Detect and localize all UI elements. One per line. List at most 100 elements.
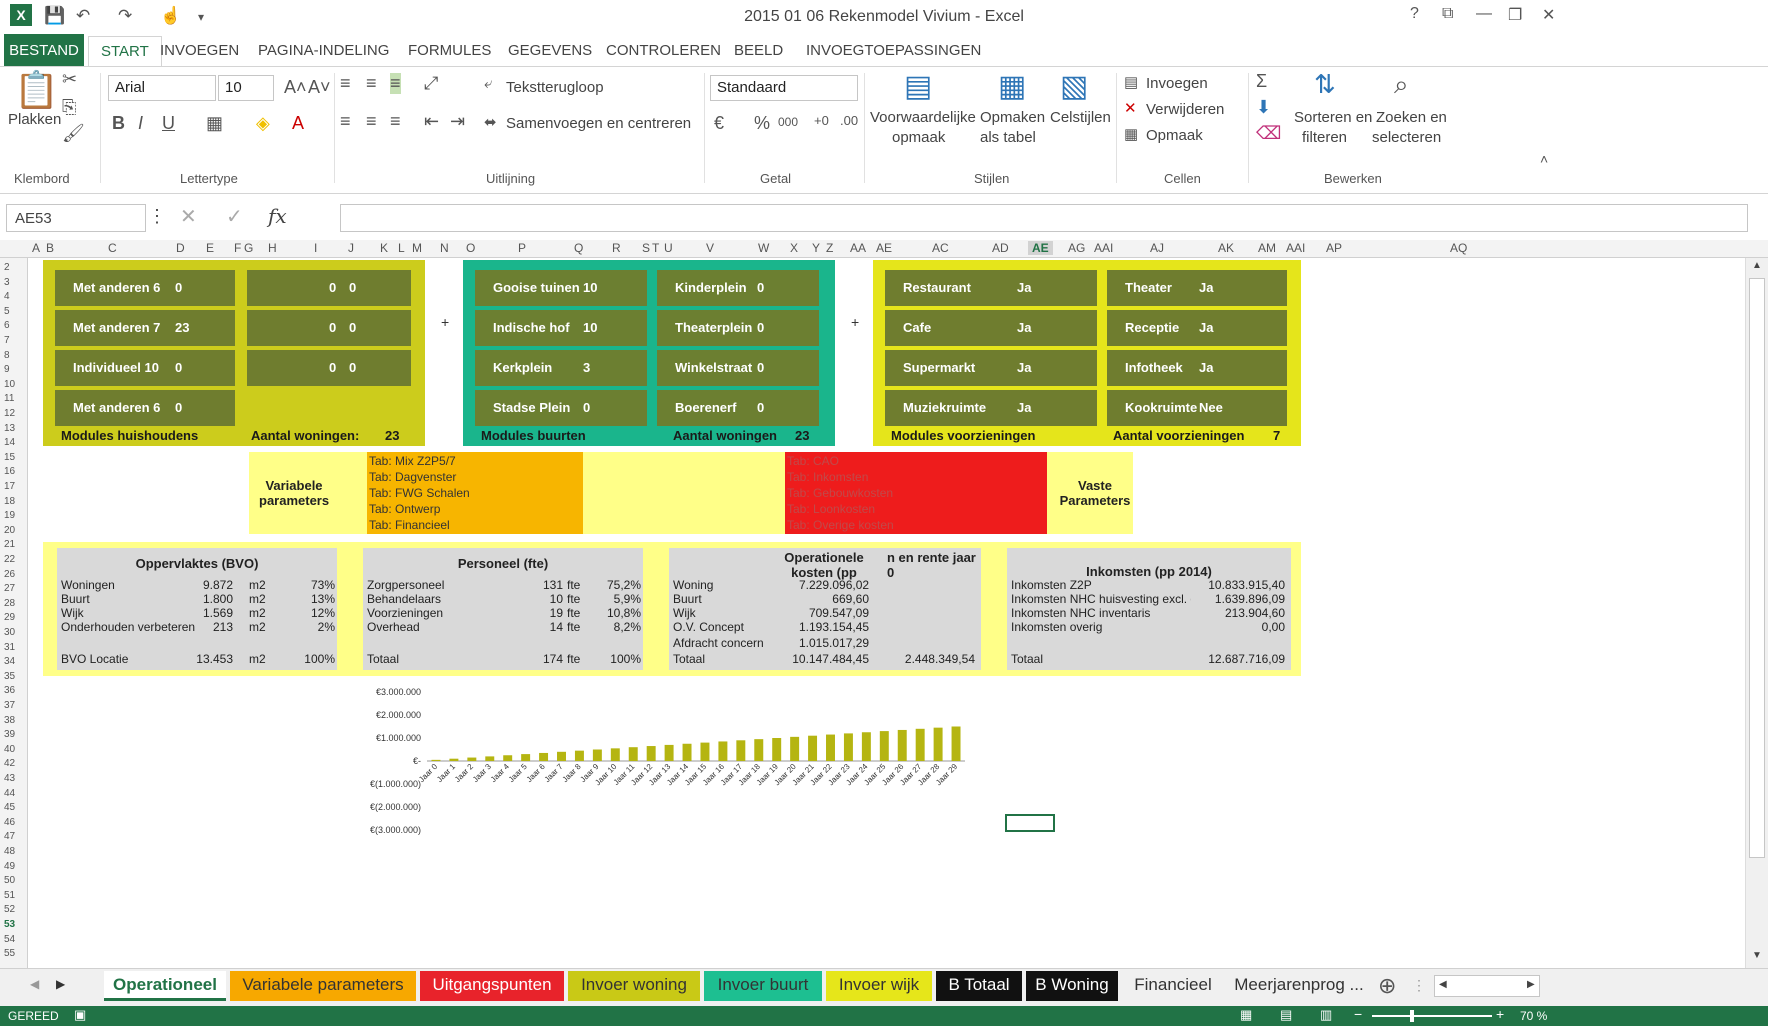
chart-bar[interactable] <box>861 732 871 761</box>
zoom-level[interactable]: 70 % <box>1520 1009 1547 1023</box>
row-header[interactable]: 49 <box>4 861 15 872</box>
underline-icon[interactable]: U <box>162 113 175 134</box>
selected-cell[interactable] <box>1005 814 1055 832</box>
row-header[interactable]: 45 <box>4 802 15 813</box>
column-header[interactable]: AP <box>1326 241 1342 255</box>
chart-bar[interactable] <box>521 754 531 761</box>
neighbourhood-cell[interactable]: Stadse Plein 0 <box>475 390 647 426</box>
row-header[interactable]: 47 <box>4 831 15 842</box>
row-header[interactable]: 8 <box>4 350 10 361</box>
row-header[interactable]: 48 <box>4 846 15 857</box>
column-header[interactable]: AK <box>1218 241 1234 255</box>
sheet-tab[interactable]: Operationeel <box>104 971 226 1001</box>
column-header[interactable]: AA <box>850 241 866 255</box>
row-header[interactable]: 10 <box>4 379 15 390</box>
column-header[interactable]: Z <box>826 241 833 255</box>
paste-button[interactable]: Plakken <box>8 111 61 128</box>
bold-icon[interactable]: B <box>112 113 125 134</box>
sheet-tab[interactable]: Variabele parameters <box>230 971 416 1001</box>
column-header[interactable]: AAI <box>1286 241 1305 255</box>
column-header[interactable]: U <box>664 241 673 255</box>
confirm-icon[interactable]: ✓ <box>226 204 243 229</box>
row-header[interactable]: 29 <box>4 612 15 623</box>
chart-bar[interactable] <box>808 735 818 761</box>
sheet-tab[interactable]: B Woning <box>1026 971 1118 1001</box>
chart-bar[interactable] <box>933 727 943 761</box>
row-header[interactable]: 22 <box>4 554 15 565</box>
row-header[interactable]: 2 <box>4 262 10 273</box>
neighbourhood-cell[interactable]: Boerenerf 0 <box>657 390 819 426</box>
autosum-icon[interactable]: Σ <box>1256 71 1267 92</box>
neighbourhood-cell[interactable]: Kerkplein 3 <box>475 350 647 386</box>
chart-bar[interactable] <box>467 757 477 761</box>
name-box[interactable]: AE53 <box>6 204 146 232</box>
column-header[interactable]: AD <box>992 241 1009 255</box>
column-header[interactable]: X <box>790 241 798 255</box>
conditional-format-button[interactable]: Voorwaardelijke <box>870 109 976 126</box>
row-header[interactable]: 43 <box>4 773 15 784</box>
column-header[interactable]: AJ <box>1150 241 1164 255</box>
row-header[interactable]: 17 <box>4 481 15 492</box>
column-header[interactable]: T <box>652 241 659 255</box>
font-name-select[interactable]: Arial <box>108 75 216 101</box>
chart-bar[interactable] <box>557 751 566 761</box>
sheet-tab[interactable]: Meerjarenprog ... <box>1228 971 1370 1001</box>
column-header[interactable]: W <box>758 241 769 255</box>
chart-bar[interactable] <box>915 728 925 761</box>
align-left-icon[interactable]: ≡ <box>340 111 351 132</box>
column-header[interactable]: AE <box>1028 241 1053 255</box>
row-header[interactable]: 26 <box>4 569 15 580</box>
row-header[interactable]: 31 <box>4 642 15 653</box>
increase-decimal-icon[interactable]: +0 <box>814 113 829 128</box>
row-header[interactable]: 28 <box>4 598 15 609</box>
column-header[interactable]: AC <box>932 241 949 255</box>
tab-invoegtoepassingen[interactable]: INVOEGTOEPASSINGEN <box>806 42 981 59</box>
vertical-scrollbar[interactable]: ▲ ▼ <box>1745 258 1768 968</box>
borders-icon[interactable]: ▦ <box>206 113 223 134</box>
decrease-decimal-icon[interactable]: .00 <box>840 113 858 128</box>
column-header[interactable]: R <box>612 241 621 255</box>
column-header[interactable]: K <box>380 241 388 255</box>
next-sheet-icon[interactable]: ▶ <box>56 977 65 991</box>
column-header[interactable]: J <box>348 241 354 255</box>
chart-bar[interactable] <box>826 734 835 761</box>
column-header[interactable]: H <box>268 241 277 255</box>
row-header[interactable]: 53 <box>4 919 15 930</box>
help-button[interactable]: ? <box>1410 5 1419 23</box>
minimize-button[interactable]: — <box>1476 5 1492 23</box>
row-header[interactable]: 52 <box>4 904 15 915</box>
thousands-icon[interactable]: 000 <box>778 115 798 129</box>
align-center-icon[interactable]: ≡ <box>366 111 377 132</box>
household-right-cell[interactable]: 00 <box>247 350 411 386</box>
row-header[interactable]: 9 <box>4 364 10 375</box>
fill-color-icon[interactable]: ◈ <box>256 113 270 134</box>
restore-button[interactable]: ❐ <box>1508 5 1522 25</box>
fixed-params-box[interactable]: Tab: CAO Tab: Inkomsten Tab: Gebouwkoste… <box>785 452 1047 534</box>
column-header[interactable]: M <box>412 241 422 255</box>
column-header[interactable]: AG <box>1068 241 1085 255</box>
column-header[interactable]: B <box>46 241 54 255</box>
chart-bar[interactable] <box>431 759 441 761</box>
variable-params-box[interactable]: Tab: Mix Z2P5/7 Tab: Dagvenster Tab: FWG… <box>367 452 583 534</box>
chart-bar[interactable] <box>682 743 692 761</box>
chart-bar[interactable] <box>879 731 889 761</box>
chart-bar[interactable] <box>664 744 674 761</box>
page-break-icon[interactable]: ▥ <box>1320 1007 1332 1023</box>
increase-indent-icon[interactable]: ⇥ <box>450 111 465 132</box>
row-header[interactable]: 6 <box>4 320 10 331</box>
sheet-tab[interactable]: Invoer woning <box>568 971 700 1001</box>
row-header[interactable]: 51 <box>4 890 15 901</box>
sheet-tab[interactable]: Uitgangspunten <box>420 971 564 1001</box>
grow-font-icon[interactable]: A˄ <box>284 77 307 98</box>
cancel-icon[interactable]: ✕ <box>180 204 197 229</box>
chart-bar[interactable] <box>843 733 853 761</box>
sheet-tab[interactable]: Invoer wijk <box>826 971 932 1001</box>
column-header[interactable]: F <box>234 241 241 255</box>
column-header[interactable]: C <box>108 241 117 255</box>
row-header[interactable]: 37 <box>4 700 15 711</box>
align-top-icon[interactable]: ≡ <box>340 73 351 94</box>
facility-cell[interactable]: Theater Ja <box>1107 270 1287 306</box>
chart-bar[interactable] <box>718 741 728 761</box>
facility-cell[interactable]: Receptie Ja <box>1107 310 1287 346</box>
sheet-tab[interactable]: Invoer buurt <box>704 971 822 1001</box>
